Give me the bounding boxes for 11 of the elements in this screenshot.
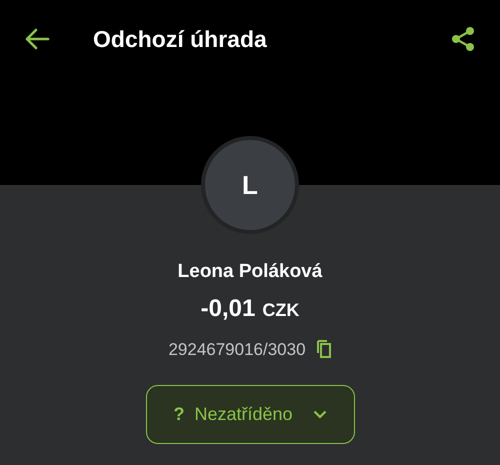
category-button[interactable]: ? Nezatříděno bbox=[146, 384, 354, 444]
screen-title: Odchozí úhrada bbox=[93, 24, 267, 54]
account-number: 2924679016/3030 bbox=[168, 339, 306, 361]
copy-icon[interactable] bbox=[316, 340, 332, 360]
amount: -0,01 bbox=[200, 294, 256, 324]
currency: CZK bbox=[262, 299, 300, 322]
back-icon[interactable] bbox=[24, 28, 50, 50]
chevron-down-icon bbox=[312, 410, 327, 418]
payee-name: Leona Poláková bbox=[178, 260, 322, 284]
share-icon[interactable] bbox=[450, 26, 476, 52]
avatar: L bbox=[201, 136, 299, 234]
